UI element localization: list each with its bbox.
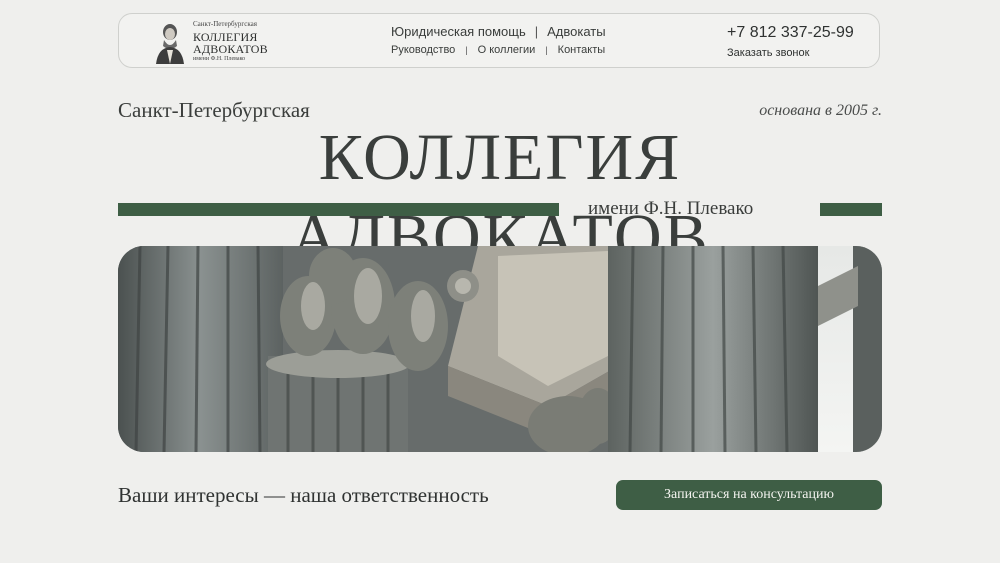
logo-top-text: Санкт-Петербургская (193, 20, 257, 28)
nav-legal-help[interactable]: Юридическая помощь (391, 24, 526, 39)
nav-contacts[interactable]: Контакты (558, 44, 606, 56)
hero-subname: имени Ф.Н. Плевако (588, 198, 754, 219)
phone-number[interactable]: +7 812 337-25-99 (727, 24, 854, 42)
slogan: Ваши интересы — наша ответственность (118, 483, 489, 507)
accent-bar-left (118, 203, 559, 216)
nav-about[interactable]: О коллегии (478, 44, 536, 56)
nav-row-secondary: Руководство | О коллегии | Контакты (391, 44, 605, 56)
callback-link[interactable]: Заказать звонок (727, 47, 809, 59)
logo[interactable]: Санкт-Петербургская КОЛЛЕГИЯ АДВОКАТОВ и… (153, 20, 268, 64)
site-header: Санкт-Петербургская КОЛЛЕГИЯ АДВОКАТОВ и… (118, 13, 880, 68)
nav-separator: | (534, 24, 539, 39)
nav-row-primary: Юридическая помощь | Адвокаты (391, 24, 606, 39)
consultation-button[interactable]: Записаться на консультацию (616, 480, 882, 510)
hero-image (118, 246, 882, 452)
nav-separator: | (545, 45, 548, 55)
portrait-icon (156, 24, 184, 64)
logo-bottom-text: имени Ф.Н. Плевако (193, 56, 246, 62)
columns-image (118, 246, 882, 452)
nav-management[interactable]: Руководство (391, 44, 455, 56)
nav-separator: | (465, 45, 468, 55)
accent-bar-right (820, 203, 882, 216)
nav-lawyers[interactable]: Адвокаты (547, 24, 605, 39)
logo-line2: АДВОКАТОВ (193, 42, 268, 56)
